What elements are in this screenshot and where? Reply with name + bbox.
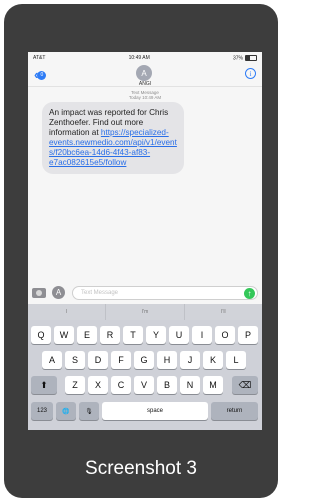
key-w[interactable]: W — [54, 326, 74, 344]
key-o[interactable]: O — [215, 326, 235, 344]
back-button[interactable]: ‹ 0 — [34, 68, 52, 81]
key-y[interactable]: Y — [146, 326, 166, 344]
key-t[interactable]: T — [123, 326, 143, 344]
unread-badge: 0 — [37, 70, 47, 80]
key-p[interactable]: P — [238, 326, 258, 344]
message-bubble[interactable]: An impact was reported for Chris Zenthoe… — [42, 102, 184, 174]
conversation-header: ‹ 0 A ANGI i — [28, 64, 262, 87]
screenshot-card: AT&T 10:49 AM 37% ‹ 0 A ANGI i Text Mess… — [4, 4, 278, 498]
contact-avatar[interactable]: A — [136, 65, 152, 81]
battery-icon — [244, 54, 257, 61]
thread-timestamp: Today 10:49 AM — [128, 95, 162, 100]
key-i[interactable]: I — [192, 326, 212, 344]
contact-name[interactable]: ANGI — [28, 81, 262, 87]
key-g[interactable]: G — [134, 351, 154, 369]
compose-bar: A Text Message ↑ — [28, 284, 262, 302]
prediction-3[interactable]: I'll — [183, 304, 262, 320]
key-r[interactable]: R — [100, 326, 120, 344]
key-k[interactable]: K — [203, 351, 223, 369]
key-e[interactable]: E — [77, 326, 97, 344]
delete-key[interactable]: ⌫ — [232, 376, 258, 394]
caption: Screenshot 3 — [85, 458, 197, 479]
key-u[interactable]: U — [169, 326, 189, 344]
key-j[interactable]: J — [180, 351, 200, 369]
key-b[interactable]: B — [157, 376, 177, 394]
key-d[interactable]: D — [88, 351, 108, 369]
key-v[interactable]: V — [134, 376, 154, 394]
key-l[interactable]: L — [226, 351, 246, 369]
phone-screen: AT&T 10:49 AM 37% ‹ 0 A ANGI i Text Mess… — [28, 52, 262, 430]
predictive-bar: I I'm I'll — [28, 304, 262, 320]
carrier-label: AT&T — [33, 55, 46, 61]
camera-icon[interactable] — [32, 288, 46, 298]
prediction-1[interactable]: I — [28, 304, 105, 320]
battery-status: 37% — [232, 54, 257, 62]
key-a[interactable]: A — [42, 351, 62, 369]
appstore-icon[interactable]: A — [52, 286, 65, 299]
key-h[interactable]: H — [157, 351, 177, 369]
battery-percent: 37% — [232, 55, 243, 62]
key-s[interactable]: S — [65, 351, 85, 369]
globe-icon[interactable]: 🌐 — [56, 402, 76, 420]
key-c[interactable]: C — [111, 376, 131, 394]
microphone-icon[interactable]: 🎙 — [79, 402, 99, 420]
numbers-key[interactable]: 123 — [31, 402, 53, 420]
clock: 10:49 AM — [128, 55, 150, 61]
prediction-2[interactable]: I'm — [105, 304, 183, 320]
send-icon[interactable]: ↑ — [244, 288, 255, 299]
message-input[interactable]: Text Message — [72, 286, 258, 300]
info-icon[interactable]: i — [245, 68, 256, 79]
key-x[interactable]: X — [88, 376, 108, 394]
key-f[interactable]: F — [111, 351, 131, 369]
keyboard: Q W E R T Y U I O P A S D F G H J K L ⬆ … — [28, 320, 262, 430]
status-bar: AT&T 10:49 AM 37% — [28, 52, 262, 64]
key-m[interactable]: M — [203, 376, 223, 394]
key-z[interactable]: Z — [65, 376, 85, 394]
shift-key[interactable]: ⬆ — [31, 376, 57, 394]
space-key[interactable]: space — [102, 402, 208, 420]
return-key[interactable]: return — [211, 402, 258, 420]
key-n[interactable]: N — [180, 376, 200, 394]
key-q[interactable]: Q — [31, 326, 51, 344]
